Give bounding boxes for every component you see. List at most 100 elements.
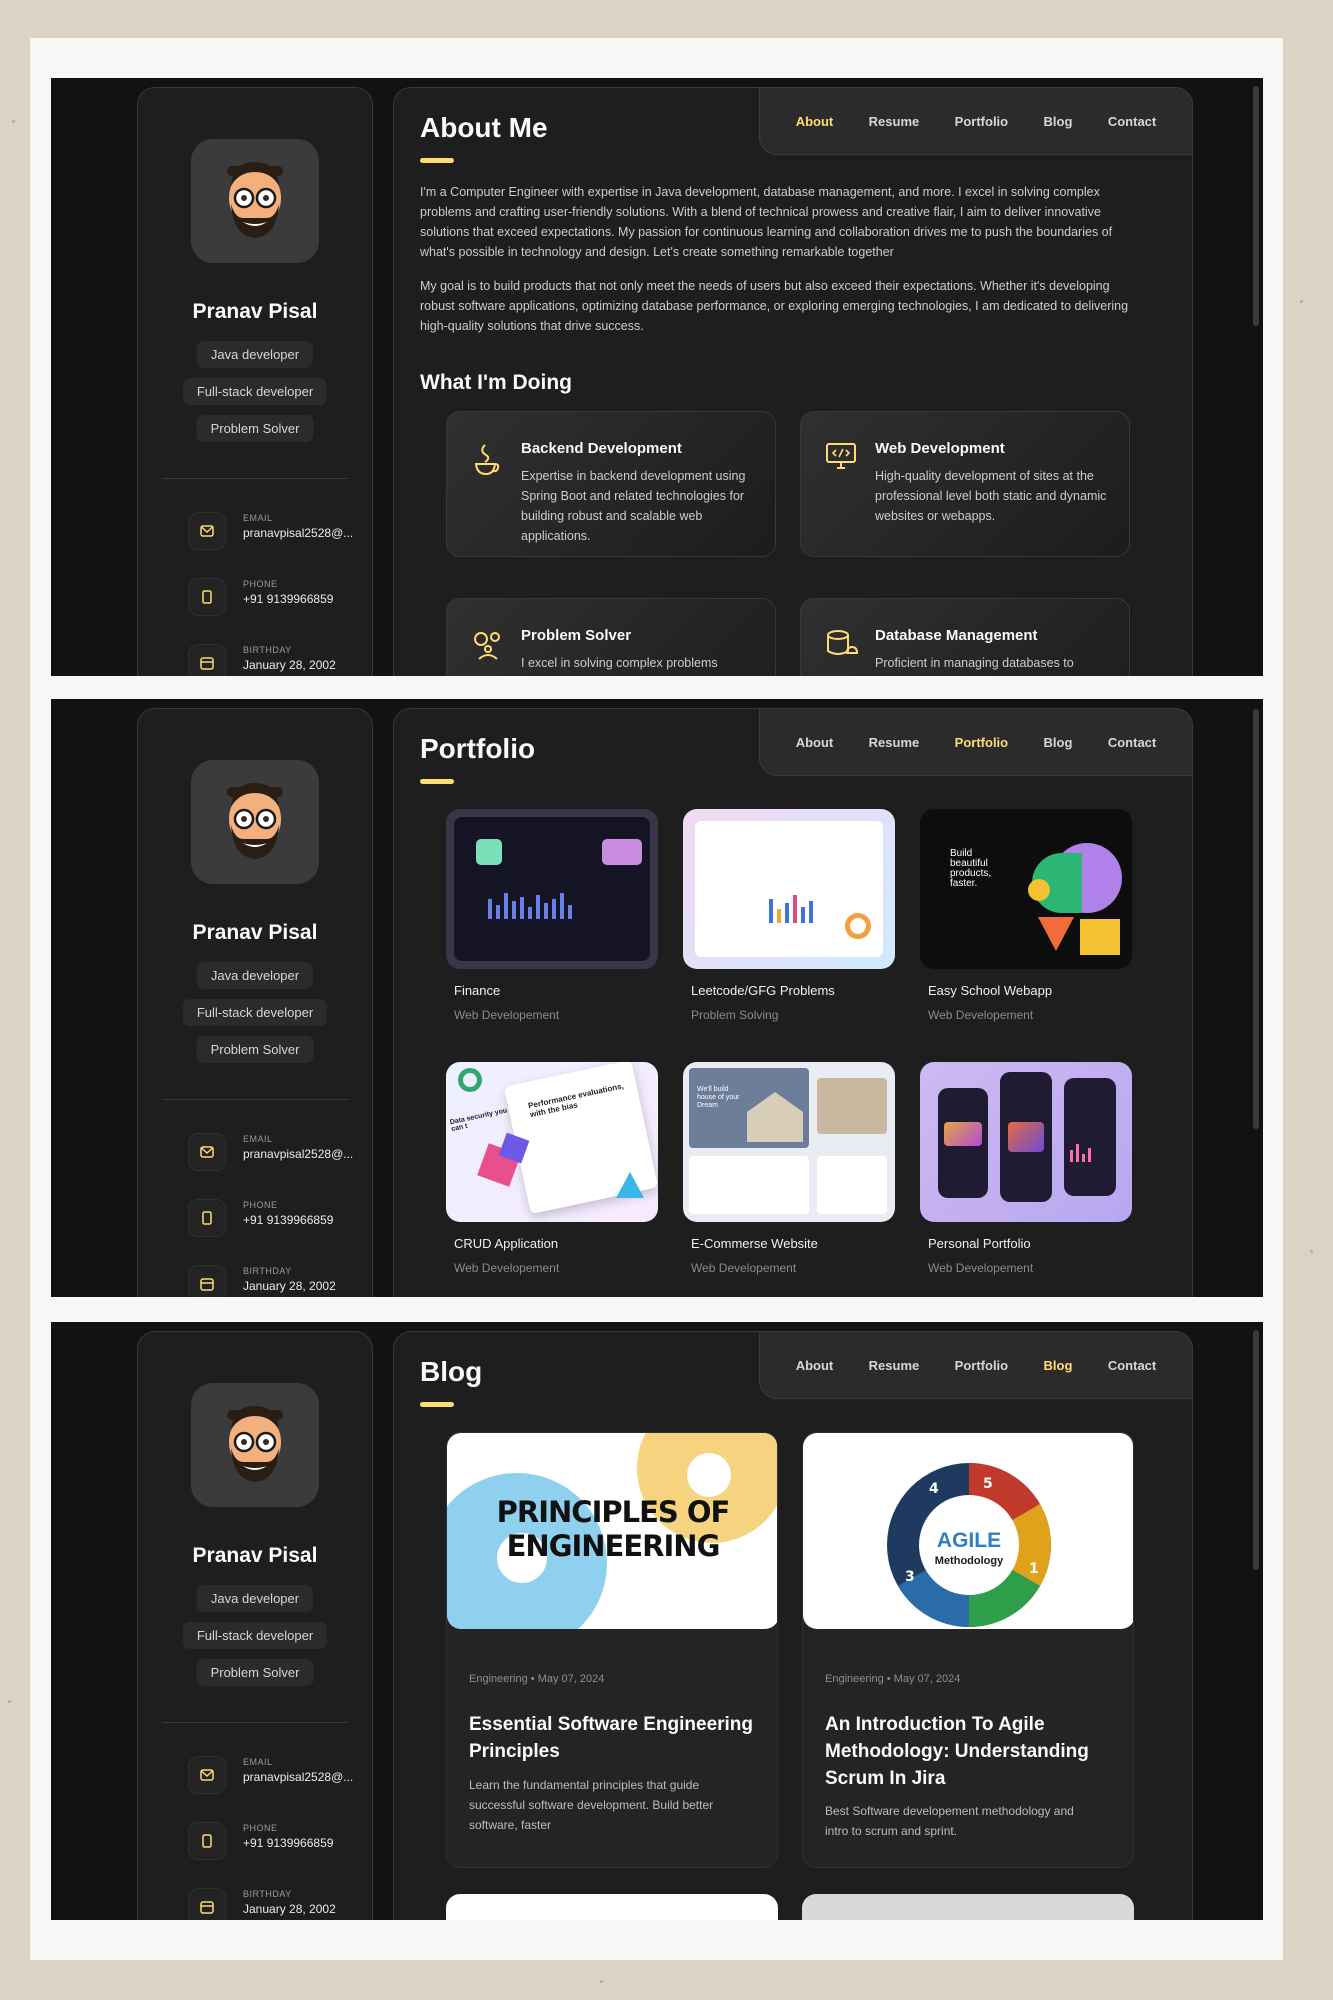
post-excerpt: Learn the fundamental principles that gu… xyxy=(469,1778,714,1832)
project-item[interactable]: We'll build house of your Dream E-Commer… xyxy=(683,1062,895,1275)
phone-contact[interactable]: PHONE +91 9139966859 xyxy=(243,579,333,606)
service-desc: High-quality development of sites at the… xyxy=(875,469,1107,523)
nav-blog[interactable]: Blog xyxy=(1044,735,1073,750)
avatar xyxy=(191,1383,319,1507)
email-contact[interactable]: EMAIL pranavpisal2528@... xyxy=(243,1134,353,1161)
blog-thumbnail: PRINCIPLES OF ENGINEERING xyxy=(447,1433,777,1629)
calendar-icon xyxy=(188,644,226,676)
post-category: Engineering xyxy=(825,1673,884,1685)
tag-java: Java developer xyxy=(196,962,314,989)
nav-contact[interactable]: Contact xyxy=(1108,735,1156,750)
phone-icon xyxy=(188,1822,226,1860)
about-screen: Pranav Pisal Java developer Full-stack d… xyxy=(51,78,1263,676)
project-item[interactable]: Finance Web Developement xyxy=(446,809,658,1022)
thumbnail-text: AGILE xyxy=(936,1529,1002,1552)
calendar-icon xyxy=(188,1265,226,1297)
blog-screen: Pranav Pisal Java developer Full-stack d… xyxy=(51,1322,1263,1920)
thumbnail-text: PRINCIPLES OF xyxy=(496,1495,731,1529)
project-title: Personal Portfolio xyxy=(928,1236,1031,1251)
birthday-contact: BIRTHDAY January 28, 2002 xyxy=(243,1266,336,1293)
nav-contact[interactable]: Contact xyxy=(1108,114,1156,129)
project-item[interactable]: Personal Portfolio Web Developement xyxy=(920,1062,1132,1275)
blog-post-card-partial[interactable] xyxy=(446,1894,778,1920)
tag-problem-solver: Problem Solver xyxy=(196,415,314,442)
project-thumbnail-text: Build beautiful products, faster. xyxy=(950,848,992,889)
divider xyxy=(162,478,348,479)
nav-resume[interactable]: Resume xyxy=(869,735,920,750)
nav-resume[interactable]: Resume xyxy=(869,114,920,129)
tag-fullstack: Full-stack developer xyxy=(182,378,328,405)
nav-blog[interactable]: Blog xyxy=(1044,114,1073,129)
sidebar: Pranav Pisal Java developer Full-stack d… xyxy=(137,708,373,1297)
project-category: Problem Solving xyxy=(691,1008,779,1022)
email-contact[interactable]: EMAIL pranavpisal2528@... xyxy=(243,1757,353,1784)
svg-text:4: 4 xyxy=(929,1481,939,1497)
post-title[interactable]: An Introduction To Agile Methodology: Un… xyxy=(825,1711,1125,1792)
portfolio-screen: Pranav Pisal Java developer Full-stack d… xyxy=(51,699,1263,1297)
project-thumbnail xyxy=(446,809,658,969)
project-category: Web Developement xyxy=(454,1008,560,1022)
project-thumbnail: Performance evaluations, with the bias D… xyxy=(446,1062,658,1222)
email-contact[interactable]: EMAIL pranavpisal2528@... xyxy=(243,513,353,540)
nav-about[interactable]: About xyxy=(796,735,834,750)
tag-java: Java developer xyxy=(196,341,314,368)
calendar-icon xyxy=(188,1888,226,1920)
section-title: What I'm Doing xyxy=(420,371,572,394)
service-card: Web Development High-quality development… xyxy=(800,411,1130,557)
service-desc: I excel in solving complex problems xyxy=(521,656,718,670)
service-desc: Proficient in managing databases to xyxy=(875,656,1074,670)
service-card: Backend Development Expertise in backend… xyxy=(446,411,776,557)
title-underline xyxy=(420,158,454,163)
blog-post-card[interactable]: PRINCIPLES OF ENGINEERING Engineering • … xyxy=(446,1432,778,1868)
nav-about[interactable]: About xyxy=(796,1358,834,1373)
project-title: CRUD Application xyxy=(454,1236,559,1251)
scrollbar[interactable] xyxy=(1253,1330,1259,1570)
nav-portfolio[interactable]: Portfolio xyxy=(955,114,1008,129)
post-meta: Engineering • May 07, 2024 xyxy=(825,1673,961,1685)
title-underline xyxy=(420,779,454,784)
navbar: About Resume Portfolio Blog Contact xyxy=(759,708,1193,776)
tag-problem-solver: Problem Solver xyxy=(196,1036,314,1063)
service-card: Problem Solver I excel in solving comple… xyxy=(446,598,776,676)
about-article: About Resume Portfolio Blog Contact Abou… xyxy=(393,87,1193,676)
project-title: E-Commerse Website xyxy=(691,1236,818,1251)
page-title: Blog xyxy=(420,1356,483,1387)
project-title: Leetcode/GFG Problems xyxy=(691,983,835,998)
nav-portfolio[interactable]: Portfolio xyxy=(955,735,1008,750)
mail-icon xyxy=(188,1756,226,1794)
service-title: Problem Solver xyxy=(521,627,632,644)
post-title[interactable]: Essential Software Engineering Principle… xyxy=(469,1711,769,1765)
avatar xyxy=(191,760,319,884)
nav-blog[interactable]: Blog xyxy=(1044,1358,1073,1373)
phone-contact[interactable]: PHONE +91 9139966859 xyxy=(243,1823,333,1850)
tag-fullstack: Full-stack developer xyxy=(182,999,328,1026)
blog-post-card-partial[interactable] xyxy=(802,1894,1134,1920)
birthday-contact: BIRTHDAY January 28, 2002 xyxy=(243,1889,336,1916)
nav-contact[interactable]: Contact xyxy=(1108,1358,1156,1373)
project-item[interactable]: Leetcode/GFG Problems Problem Solving xyxy=(683,809,895,1022)
tag-problem-solver: Problem Solver xyxy=(196,1659,314,1686)
java-icon xyxy=(471,442,501,481)
scrollbar[interactable] xyxy=(1253,709,1259,1129)
nav-about[interactable]: About xyxy=(796,114,834,129)
project-item[interactable]: Performance evaluations, with the bias D… xyxy=(446,1062,658,1275)
sidebar: Pranav Pisal Java developer Full-stack d… xyxy=(137,87,373,676)
sidebar: Pranav Pisal Java developer Full-stack d… xyxy=(137,1331,373,1920)
nav-portfolio[interactable]: Portfolio xyxy=(955,1358,1008,1373)
nav-resume[interactable]: Resume xyxy=(869,1358,920,1373)
svg-text:5: 5 xyxy=(983,1476,993,1492)
scrollbar[interactable] xyxy=(1253,86,1259,326)
project-category: Web Developement xyxy=(928,1008,1034,1022)
title-underline xyxy=(420,1402,454,1407)
post-date: May 07, 2024 xyxy=(893,1673,961,1685)
profile-name: Pranav Pisal xyxy=(192,921,318,944)
phone-icon xyxy=(188,578,226,616)
phone-contact[interactable]: PHONE +91 9139966859 xyxy=(243,1200,333,1227)
post-excerpt: Best Software developement methodology a… xyxy=(825,1804,1074,1838)
service-title: Database Management xyxy=(875,627,1038,644)
mail-icon xyxy=(188,512,226,550)
blog-post-card[interactable]: 5 4 3 1 AGILE Methodology Engineering • … xyxy=(802,1432,1134,1868)
blog-article: About Resume Portfolio Blog Contact Blog… xyxy=(393,1331,1193,1920)
project-item[interactable]: Build beautiful products, faster. Easy S… xyxy=(920,809,1132,1022)
project-thumbnail xyxy=(683,809,895,969)
